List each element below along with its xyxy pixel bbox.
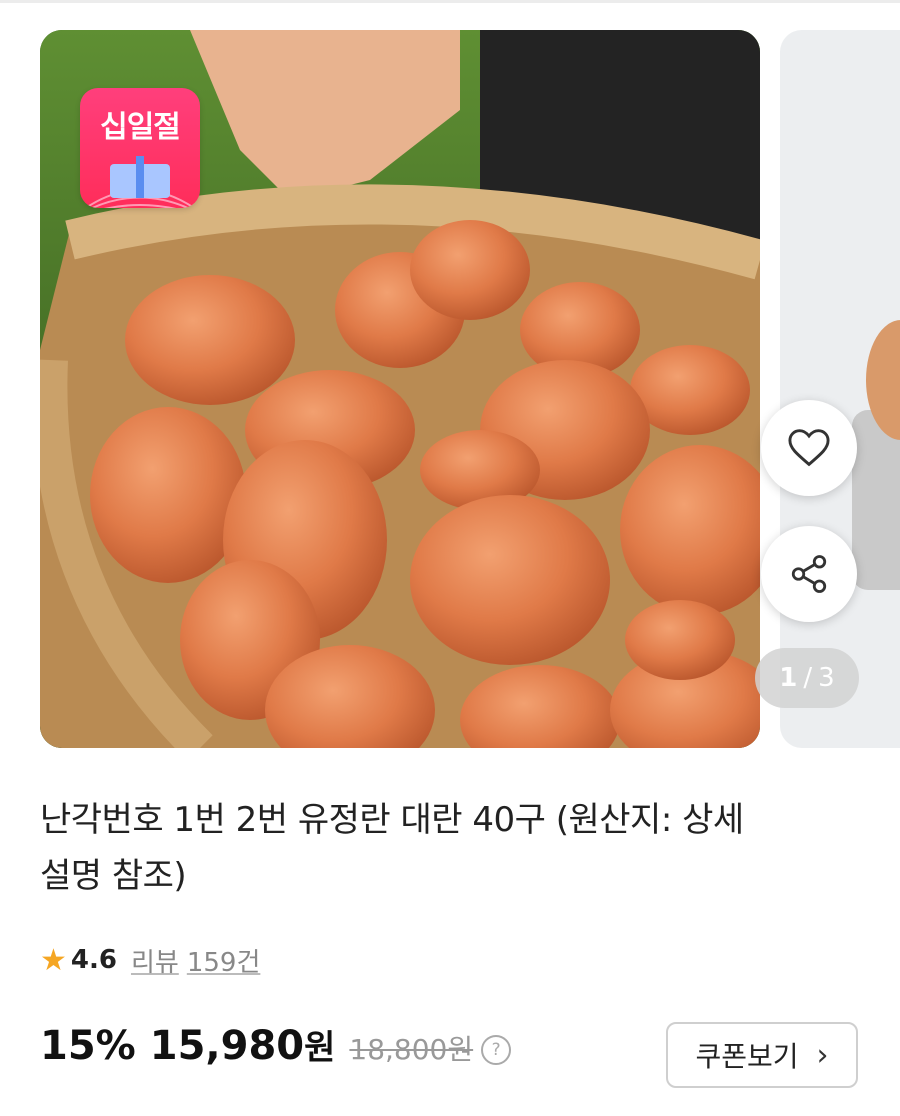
product-title-line1: 난각번호 1번 2번 유정란 대란 40구 (원산지: 상세 bbox=[40, 800, 744, 840]
heart-outline-icon bbox=[788, 429, 830, 467]
product-image-next-peek[interactable] bbox=[780, 30, 900, 748]
sale-price: 15,980 bbox=[149, 1023, 305, 1069]
price-row: 15% 15,980 원 18,800원 ? bbox=[40, 1020, 512, 1084]
star-icon: ★ bbox=[40, 942, 67, 978]
sale-price-unit: 원 bbox=[304, 1028, 336, 1068]
chevron-right-icon: › bbox=[816, 1037, 829, 1073]
carousel-page-indicator: 1 / 3 bbox=[755, 648, 859, 708]
gift-icon bbox=[110, 156, 170, 198]
coupon-button[interactable]: 쿠폰보기 › bbox=[666, 1022, 858, 1088]
product-title-line2: 설명 참조) bbox=[40, 856, 187, 896]
page-current: 1 bbox=[779, 663, 798, 693]
page-total: 3 bbox=[818, 663, 835, 693]
discount-rate: 15% bbox=[40, 1023, 136, 1069]
share-button[interactable] bbox=[761, 526, 857, 622]
product-image-carousel[interactable]: 십일절 1 / 3 bbox=[0, 30, 900, 748]
promo-badge: 십일절 bbox=[80, 88, 200, 208]
product-title: 난각번호 1번 2번 유정란 대란 40구 (원산지: 상세 설명 참조) bbox=[40, 792, 860, 904]
price-help-icon[interactable]: ? bbox=[481, 1035, 512, 1065]
review-link[interactable]: 리뷰 159건 bbox=[131, 942, 260, 979]
rating-value: 4.6 bbox=[70, 945, 117, 975]
like-button[interactable] bbox=[761, 400, 857, 496]
review-count: 159건 bbox=[186, 947, 261, 978]
coupon-button-label: 쿠폰보기 bbox=[695, 1040, 799, 1073]
rating-row: ★ 4.6 리뷰 159건 bbox=[40, 940, 260, 980]
share-icon bbox=[791, 555, 827, 593]
top-divider bbox=[0, 0, 900, 3]
review-label: 리뷰 bbox=[130, 947, 179, 978]
page-separator: / bbox=[803, 663, 813, 693]
original-price: 18,800원 bbox=[349, 1033, 474, 1066]
promo-badge-text: 십일절 bbox=[100, 110, 181, 145]
